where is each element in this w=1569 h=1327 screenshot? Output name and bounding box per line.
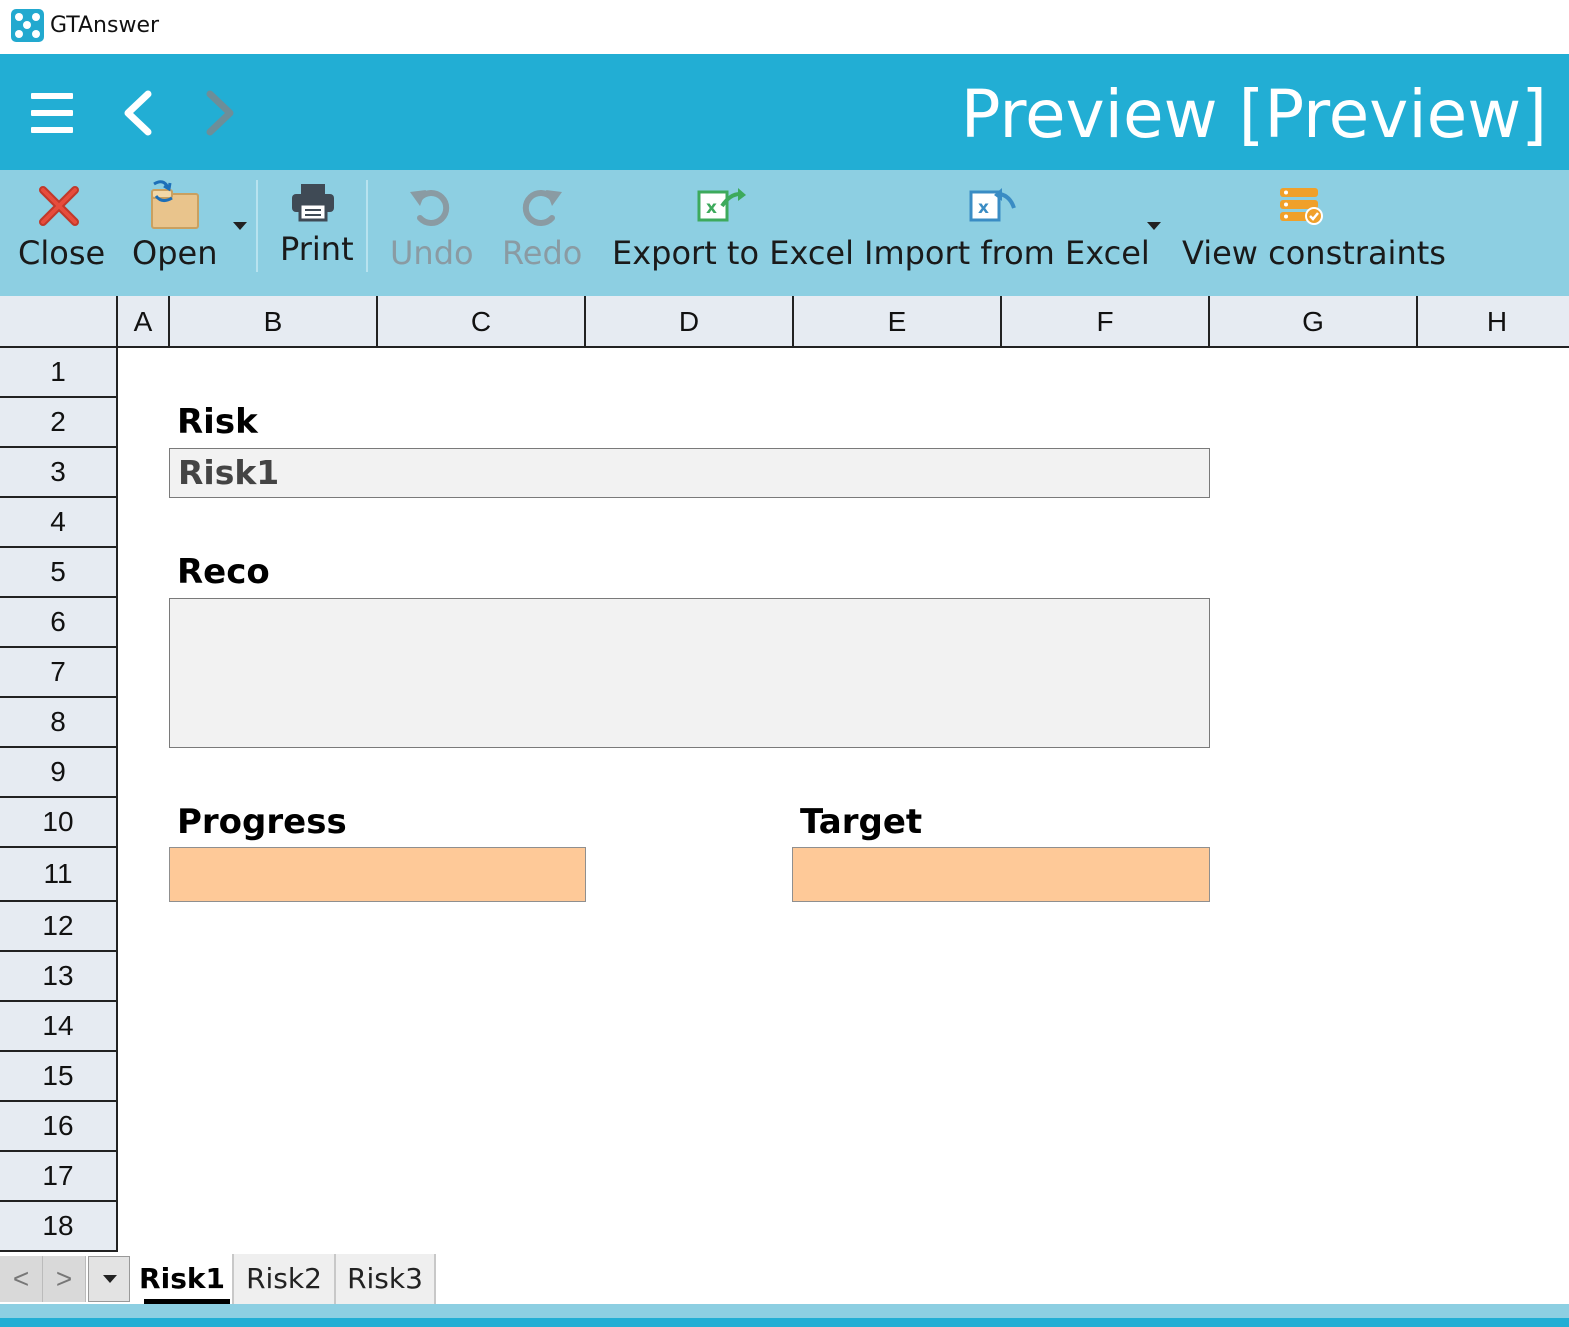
status-strip (0, 1304, 1569, 1327)
export-label: Export to Excel (612, 234, 854, 272)
row-header-7[interactable]: 7 (0, 648, 118, 698)
column-header-g[interactable]: G (1210, 296, 1418, 348)
target-label: Target (800, 802, 923, 842)
target-field[interactable] (792, 847, 1210, 902)
redo-button[interactable]: Redo (496, 170, 590, 296)
import-label: Import from Excel (864, 234, 1150, 272)
redo-icon (522, 190, 562, 226)
row-header-17[interactable]: 17 (0, 1152, 118, 1202)
row-header-13[interactable]: 13 (0, 952, 118, 1002)
constraints-icon (1280, 188, 1323, 225)
constraints-label: View constraints (1182, 234, 1446, 272)
redo-label: Redo (502, 234, 583, 272)
export-to-excel-button[interactable]: x Export to Excel (606, 170, 854, 296)
reco-field[interactable] (169, 598, 1210, 748)
row-header-2[interactable]: 2 (0, 398, 118, 448)
row-header-9[interactable]: 9 (0, 748, 118, 798)
sheet-next-button[interactable]: > (43, 1256, 86, 1302)
sheet-tab-bar: < > Risk1 Risk2 Risk3 (0, 1254, 1569, 1304)
row-header-6[interactable]: 6 (0, 598, 118, 648)
hamburger-menu-icon[interactable] (28, 91, 76, 135)
column-header-e[interactable]: E (794, 296, 1002, 348)
print-label: Print (280, 230, 354, 268)
app-logo-icon (11, 9, 44, 42)
risk-field[interactable]: Risk1 (169, 448, 1210, 498)
toolbar-separator (256, 180, 258, 272)
forward-arrow-icon[interactable] (198, 88, 242, 138)
excel-import-icon: x (969, 188, 1016, 222)
row-header-16[interactable]: 16 (0, 1102, 118, 1152)
undo-button[interactable]: Undo (384, 170, 478, 296)
view-constraints-button[interactable]: View constraints (1176, 170, 1446, 296)
row-header-3[interactable]: 3 (0, 448, 118, 498)
row-header-12[interactable]: 12 (0, 902, 118, 952)
column-header-c[interactable]: C (378, 296, 586, 348)
page-title: Preview [Preview] (960, 76, 1547, 153)
row-header-8[interactable]: 8 (0, 698, 118, 748)
print-button[interactable]: Print (272, 170, 358, 296)
sheet-tab-risk1[interactable]: Risk1 (132, 1254, 234, 1304)
printer-icon (292, 184, 334, 222)
open-dropdown-caret-icon[interactable] (233, 222, 247, 230)
row-header-1[interactable]: 1 (0, 348, 118, 398)
import-from-excel-button[interactable]: x Import from Excel (858, 170, 1150, 296)
back-arrow-icon[interactable] (118, 88, 162, 138)
risk-label: Risk (177, 402, 258, 442)
select-all-corner[interactable] (0, 296, 118, 348)
reco-label: Reco (177, 552, 270, 592)
row-header-15[interactable]: 15 (0, 1052, 118, 1102)
close-icon (39, 186, 79, 226)
close-label: Close (18, 234, 106, 272)
open-folder-icon (151, 180, 199, 229)
ribbon-toolbar: Close Open Print Undo Redo x Export to E… (0, 170, 1569, 296)
row-header-10[interactable]: 10 (0, 798, 118, 848)
app-header: Preview [Preview] (0, 54, 1569, 170)
import-dropdown-caret-icon[interactable] (1147, 222, 1161, 230)
open-label: Open (132, 234, 218, 272)
svg-text:x: x (706, 198, 717, 218)
row-header-11[interactable]: 11 (0, 848, 118, 902)
sheet-tab-risk3[interactable]: Risk3 (336, 1254, 436, 1304)
column-header-a[interactable]: A (118, 296, 170, 348)
column-header-b[interactable]: B (170, 296, 378, 348)
progress-field[interactable] (169, 847, 586, 902)
column-header-f[interactable]: F (1002, 296, 1210, 348)
chevron-down-icon (103, 1275, 117, 1283)
window-titlebar: GTAnswer (0, 0, 1569, 54)
row-header-14[interactable]: 14 (0, 1002, 118, 1052)
app-title: GTAnswer (50, 13, 160, 38)
row-header-18[interactable]: 18 (0, 1202, 118, 1252)
column-header-d[interactable]: D (586, 296, 794, 348)
sheet-prev-button[interactable]: < (0, 1256, 43, 1302)
excel-export-icon: x (697, 188, 746, 222)
row-header-4[interactable]: 4 (0, 498, 118, 548)
undo-label: Undo (390, 234, 474, 272)
toolbar-separator (366, 180, 368, 272)
column-header-h[interactable]: H (1418, 296, 1569, 348)
close-button[interactable]: Close (10, 170, 110, 296)
progress-label: Progress (177, 802, 347, 842)
sheet-list-dropdown[interactable] (88, 1256, 130, 1302)
row-header-5[interactable]: 5 (0, 548, 118, 598)
open-button[interactable]: Open (126, 170, 226, 296)
svg-text:x: x (978, 198, 989, 218)
undo-icon (410, 190, 450, 226)
sheet-tab-risk2[interactable]: Risk2 (234, 1254, 336, 1304)
